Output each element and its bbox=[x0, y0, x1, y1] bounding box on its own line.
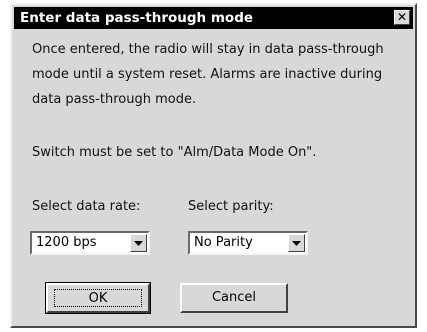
close-icon: ✕ bbox=[396, 10, 408, 24]
data-rate-label: Select data rate: bbox=[32, 199, 141, 214]
parity-select[interactable]: No Parity bbox=[188, 231, 308, 255]
ok-button-label: OK bbox=[88, 291, 108, 306]
data-rate-select[interactable]: 1200 bps bbox=[30, 231, 150, 255]
data-rate-value: 1200 bps bbox=[36, 235, 97, 250]
dropdown-arrow-icon bbox=[292, 241, 301, 246]
close-button[interactable]: ✕ bbox=[394, 10, 410, 25]
switch-note: Switch must be set to "Alm/Data Mode On"… bbox=[32, 145, 317, 160]
data-rate-dropdown-button[interactable] bbox=[130, 234, 147, 252]
parity-dropdown-button[interactable] bbox=[288, 234, 305, 252]
parity-value: No Parity bbox=[194, 235, 253, 250]
title-bar[interactable]: Enter data pass-through mode ✕ bbox=[14, 7, 413, 29]
window-title: Enter data pass-through mode bbox=[20, 10, 254, 26]
dropdown-arrow-icon bbox=[134, 241, 143, 246]
info-message: Once entered, the radio will stay in dat… bbox=[32, 42, 384, 107]
dialog-window: Enter data pass-through mode ✕ Once ente… bbox=[10, 3, 417, 328]
cancel-button-label: Cancel bbox=[211, 290, 257, 305]
cancel-button[interactable]: Cancel bbox=[180, 283, 288, 313]
ok-button[interactable]: OK bbox=[45, 282, 151, 314]
parity-label: Select parity: bbox=[188, 199, 274, 214]
focus-rectangle: OK bbox=[54, 289, 142, 307]
